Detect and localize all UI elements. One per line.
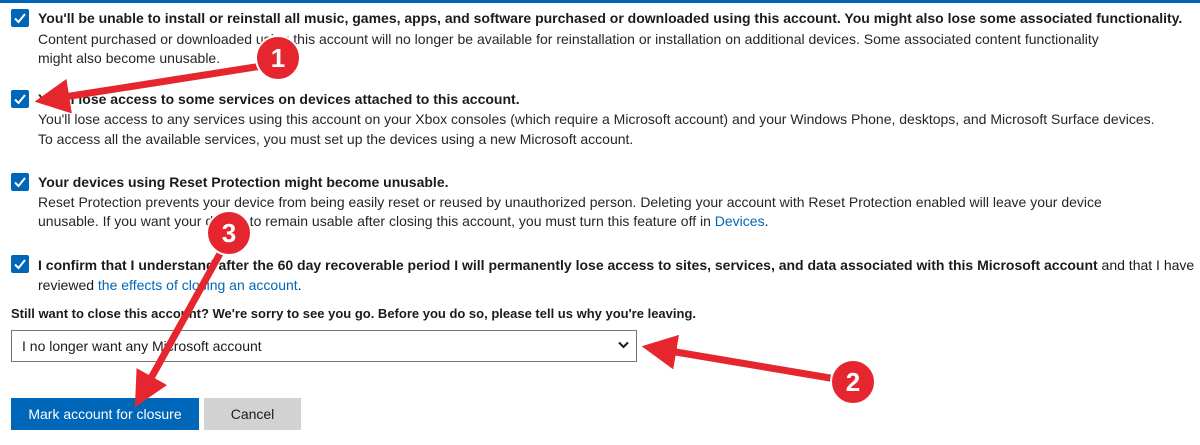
item-desc-line1: Content purchased or downloaded using th…	[38, 31, 1099, 47]
reason-select[interactable]: I no longer want any Microsoft account	[11, 330, 637, 362]
cancel-button[interactable]: Cancel	[204, 398, 301, 430]
item-desc-line1: Reset Protection prevents your device fr…	[38, 194, 1102, 210]
consent-item-services: You'll lose access to some services on d…	[11, 90, 1196, 150]
item-title: Your devices using Reset Protection migh…	[38, 174, 449, 190]
confirm-text: I confirm that I understand after the 60…	[38, 257, 1195, 293]
check-icon	[14, 94, 26, 105]
chevron-down-icon	[618, 341, 629, 349]
consent-item-reset-protection: Your devices using Reset Protection migh…	[11, 173, 1196, 233]
consent-item-apps: You'll be unable to install or reinstall…	[11, 9, 1196, 69]
reason-selected-value: I no longer want any Microsoft account	[22, 338, 262, 354]
devices-link[interactable]: Devices	[715, 213, 765, 229]
item-desc-line2: unusable. If you want your device to rem…	[38, 213, 769, 229]
check-icon	[14, 177, 26, 188]
item-desc-line2: To access all the available services, yo…	[38, 131, 634, 147]
consent-item-confirm: I confirm that I understand after the 60…	[11, 255, 1196, 299]
top-accent-bar	[0, 0, 1200, 3]
item-desc-line1: You'll lose access to any services using…	[38, 111, 1155, 127]
checkbox-services[interactable]	[11, 90, 29, 108]
checkbox-confirm[interactable]	[11, 255, 29, 273]
reason-prompt: Still want to close this account? We're …	[11, 306, 696, 321]
mark-account-for-closure-button[interactable]: Mark account for closure	[11, 398, 199, 430]
item-title: You'll be unable to install or reinstall…	[38, 10, 1183, 26]
annotation-arrow-2	[641, 334, 834, 382]
checkbox-reset-protection[interactable]	[11, 173, 29, 191]
check-icon	[14, 13, 26, 24]
check-icon	[14, 259, 26, 270]
annotation-badge-2: 2	[830, 359, 876, 405]
item-desc-line2: might also become unusable.	[38, 50, 221, 66]
svg-text:2: 2	[846, 367, 860, 397]
effects-link[interactable]: the effects of closing an account	[98, 277, 298, 293]
checkbox-apps[interactable]	[11, 9, 29, 27]
item-title: You'll lose access to some services on d…	[38, 91, 520, 107]
